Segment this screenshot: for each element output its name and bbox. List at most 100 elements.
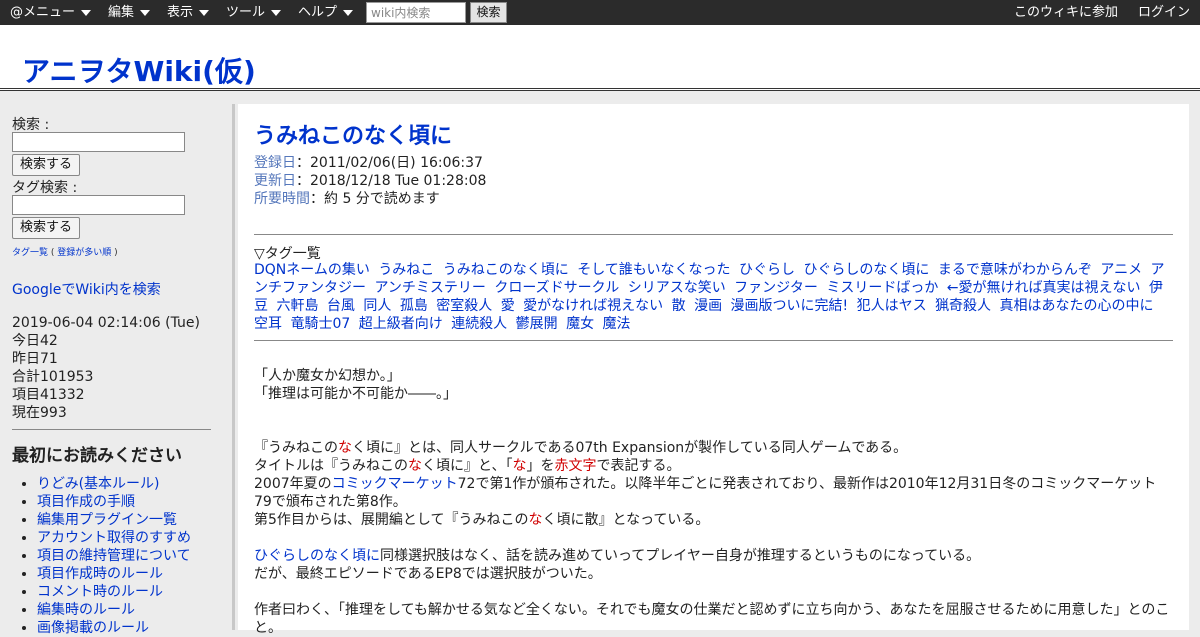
menu-label: @メニュー xyxy=(10,5,76,20)
paragraph: 第5作目からは、展開編として『うみねこのなく頃に散』となっている。 xyxy=(254,512,710,528)
tag-link[interactable]: 連続殺人 xyxy=(451,316,507,332)
tag-list-link[interactable]: タグ一覧 xyxy=(12,248,48,258)
google-search-link[interactable]: GoogleでWiki内を検索 xyxy=(12,279,161,299)
stats-datetime: 2019-06-04 02:14:06 (Tue) xyxy=(12,315,200,331)
top-bar: @メニュー 編集 表示 ツール ヘルプ 検索 このウィキに参加 ログイン xyxy=(0,0,1200,25)
tag-link[interactable]: クローズドサークル xyxy=(494,280,619,296)
quote-line: 「人か魔女か幻想か。」 xyxy=(254,368,401,384)
nav-link[interactable]: 項目作成の手順 xyxy=(37,494,135,510)
tag-link[interactable]: 愛がなければ視えない xyxy=(523,298,663,314)
tag-link[interactable]: 真相はあなたの心の中に xyxy=(1000,298,1154,314)
tag-link[interactable]: 犯人はヤス xyxy=(857,298,927,314)
quote-line: 「推理は可能か不可能か――。」 xyxy=(254,386,457,402)
tag-link[interactable]: 魔女 xyxy=(566,316,594,332)
article-body: 「人か魔女か幻想か。」 「推理は可能か不可能か――。」 『うみねこのなく頃に』と… xyxy=(254,367,1173,637)
tag-link[interactable]: うみねこのなく頃に xyxy=(443,262,569,278)
tag-link[interactable]: ファンジター xyxy=(734,280,818,296)
comiket-link[interactable]: コミックマーケット xyxy=(332,476,458,492)
menu-edit[interactable]: 編集 xyxy=(108,0,151,25)
nav-link[interactable]: 編集時のルール xyxy=(37,602,135,618)
tag-link[interactable]: DQNネームの集い xyxy=(254,262,370,278)
higurashi-link[interactable]: ひぐらしのなく頃に xyxy=(254,548,380,564)
tag-link[interactable]: 六軒島 xyxy=(276,298,318,314)
tag-link[interactable]: 鬱展開 xyxy=(516,316,558,332)
tag-popular-link[interactable]: 登録が多い順 xyxy=(57,248,111,258)
list-item: 編集時のルール xyxy=(37,601,191,619)
join-wiki-link[interactable]: このウィキに参加 xyxy=(1014,0,1118,25)
tag-link[interactable]: 竜騎士07 xyxy=(290,316,350,332)
menu-atmenu[interactable]: @メニュー xyxy=(10,0,92,25)
tag-link[interactable]: ←愛が無ければ真実は視えない xyxy=(947,280,1141,296)
nav-link[interactable]: コメント時のルール xyxy=(37,584,163,600)
tag-search-button[interactable]: 検索する xyxy=(12,217,80,239)
tag-link[interactable]: 超上級者向け xyxy=(359,316,443,332)
chevron-down-icon xyxy=(271,9,282,16)
paren-close: ) xyxy=(114,248,118,258)
tag-link[interactable]: 密室殺人 xyxy=(436,298,492,314)
stats-today: 今日42 xyxy=(12,333,58,349)
tag-link[interactable]: 魔法 xyxy=(603,316,631,332)
tag-link[interactable]: アンチミステリー xyxy=(374,280,485,296)
login-link[interactable]: ログイン xyxy=(1138,0,1190,25)
menu-help[interactable]: ヘルプ xyxy=(298,0,354,25)
sidebar-divider xyxy=(12,429,211,430)
tag-link[interactable]: 漫画 xyxy=(694,298,722,314)
list-item: コメント時のルール xyxy=(37,583,191,601)
tag-link[interactable]: ひぐらし xyxy=(739,262,795,278)
sidebar-search-input[interactable] xyxy=(12,132,185,152)
list-item: 項目作成の手順 xyxy=(37,493,191,511)
tag-link[interactable]: 同人 xyxy=(363,298,391,314)
tag-search-label: タグ検索 : xyxy=(12,180,78,196)
chevron-down-icon xyxy=(140,9,151,16)
stats-current: 現在993 xyxy=(12,405,67,421)
tag-link[interactable]: シリアスな笑い xyxy=(628,280,726,296)
tag-link[interactable]: 台風 xyxy=(327,298,355,314)
nav-link[interactable]: 画像掲載のルール xyxy=(37,620,149,636)
tag-link[interactable]: ミスリードばっか xyxy=(826,280,938,296)
chevron-down-icon xyxy=(343,9,354,16)
updated-value: ：2018/12/18 Tue 01:28:08 xyxy=(296,173,487,189)
tag-link[interactable]: 孤島 xyxy=(400,298,428,314)
tag-link[interactable]: 愛 xyxy=(501,298,515,314)
search-label: 検索 : xyxy=(12,117,50,133)
chevron-down-icon xyxy=(81,9,92,16)
tag-link[interactable]: そして誰もいなくなった xyxy=(577,262,730,278)
divider xyxy=(254,234,1173,235)
list-item: 画像掲載のルール xyxy=(37,619,191,637)
page-title[interactable]: うみねこのなく頃に xyxy=(254,118,452,150)
sidebar-section-title: 最初にお読みください xyxy=(12,446,182,466)
nav-link[interactable]: 項目の維持管理について xyxy=(37,548,191,564)
tag-search-input[interactable] xyxy=(12,195,185,215)
tags-heading: ▽タグ一覧 xyxy=(254,246,321,262)
stats-yesterday: 昨日71 xyxy=(12,351,58,367)
registered-label: 登録日 xyxy=(254,155,296,171)
paragraph: 作者曰わく、「推理をしても解かせる気など全くない。それでも魔女の仕業だと認めずに… xyxy=(254,602,1170,636)
paren-open: ( xyxy=(50,248,55,258)
list-item: 項目作成時のルール xyxy=(37,565,191,583)
reading-time-value: ：約 5 分で読めます xyxy=(310,191,440,207)
nav-link[interactable]: アカウント取得のすすめ xyxy=(37,530,191,546)
sidebar-search-button[interactable]: 検索する xyxy=(12,154,80,176)
nav-link[interactable]: 編集用プラグイン一覧 xyxy=(37,512,177,528)
nav-link[interactable]: りどみ(基本ルール) xyxy=(37,476,160,492)
tag-link[interactable]: 散 xyxy=(672,298,686,314)
sidebar: 検索 : 検索する タグ検索 : 検索する タグ一覧 ( 登録が多い順 ) Go… xyxy=(0,96,232,636)
tag-link[interactable]: まるで意味がわからんぞ xyxy=(938,262,1092,278)
list-item: 編集用プラグイン一覧 xyxy=(37,511,191,529)
tag-link[interactable]: ひぐらしのなく頃に xyxy=(803,262,929,278)
access-stats: 2019-06-04 02:14:06 (Tue) 今日42 昨日71 合計10… xyxy=(12,314,200,422)
tag-link[interactable]: 猟奇殺人 xyxy=(935,298,991,314)
tag-link[interactable]: 空耳 xyxy=(254,316,282,332)
site-title[interactable]: アニヲタWiki(仮) xyxy=(22,50,256,90)
tag-link[interactable]: アニメ xyxy=(1100,262,1142,278)
menu-tools[interactable]: ツール xyxy=(226,0,282,25)
tag-list-links: タグ一覧 ( 登録が多い順 ) xyxy=(12,245,118,258)
wiki-search-button[interactable]: 検索 xyxy=(470,2,507,23)
wiki-search-input[interactable] xyxy=(366,2,466,23)
menu-label: 表示 xyxy=(167,5,194,20)
tag-link[interactable]: うみねこ xyxy=(378,262,434,278)
menu-view[interactable]: 表示 xyxy=(167,0,210,25)
list-item: アカウント取得のすすめ xyxy=(37,529,191,547)
tag-link[interactable]: 漫画版ついに完結! xyxy=(731,298,849,314)
nav-link[interactable]: 項目作成時のルール xyxy=(37,566,163,582)
